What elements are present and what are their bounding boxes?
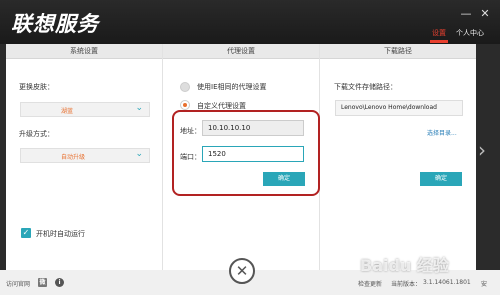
chevron-down-icon: ⌄ bbox=[135, 103, 143, 113]
download-path-input[interactable]: Lenovo\Lenovo Home\download bbox=[335, 100, 463, 116]
chevron-down-icon: ⌄ bbox=[135, 149, 143, 159]
download-path-value: Lenovo\Lenovo Home\download bbox=[341, 104, 437, 111]
skin-value: 湖蓝 bbox=[61, 108, 74, 115]
app-title: 联想服务 bbox=[11, 12, 99, 36]
skin-label: 更换皮肤： bbox=[19, 83, 54, 91]
close-panel-icon[interactable]: ✕ bbox=[229, 258, 255, 284]
weibo-icon[interactable]: 微 bbox=[38, 278, 47, 287]
active-tab-indicator bbox=[430, 40, 448, 43]
version-label: 当前版本： bbox=[391, 281, 422, 288]
radio-ie-proxy[interactable] bbox=[180, 82, 190, 92]
download-confirm-button[interactable]: 确定 bbox=[420, 172, 462, 186]
watermark: Baidu 经验 bbox=[360, 256, 449, 275]
autostart-checkbox[interactable]: ✓ bbox=[21, 228, 31, 238]
proxy-settings-header: 代理设置 bbox=[163, 44, 319, 59]
choose-directory-link[interactable]: 选择目录... bbox=[427, 128, 457, 137]
upgrade-select[interactable]: 自动升级 ⌄ bbox=[20, 148, 150, 163]
official-site-link[interactable]: 访问官网 bbox=[6, 279, 30, 288]
upgrade-label: 升级方式： bbox=[19, 130, 54, 138]
tab-settings[interactable]: 设置 bbox=[432, 28, 446, 38]
footer-tail-text: 安 bbox=[481, 281, 488, 288]
chevron-right-icon[interactable]: › bbox=[478, 138, 486, 162]
ie-proxy-label: 使用IE相同的代理设置 bbox=[197, 83, 267, 91]
upgrade-value: 自动升级 bbox=[61, 154, 86, 161]
title-bar: 联想服务 — ✕ 设置 个人中心 bbox=[0, 0, 500, 44]
column-divider bbox=[162, 44, 163, 270]
download-path-label: 下载文件存储路径： bbox=[334, 83, 397, 91]
minimize-icon[interactable]: — bbox=[459, 8, 473, 20]
version-value: 3.1.14061.1801 bbox=[423, 279, 471, 286]
radio-custom-proxy[interactable] bbox=[180, 100, 190, 110]
autostart-label: 开机时自动运行 bbox=[36, 230, 85, 238]
annotation-highlight-box bbox=[172, 110, 320, 196]
check-update-link[interactable]: 检查更新 bbox=[358, 279, 382, 288]
tab-personal-center[interactable]: 个人中心 bbox=[456, 28, 484, 38]
info-icon[interactable]: i bbox=[55, 278, 64, 287]
close-icon[interactable]: ✕ bbox=[478, 8, 492, 20]
download-path-header: 下载路径 bbox=[320, 44, 476, 59]
skin-select[interactable]: 湖蓝 ⌄ bbox=[20, 102, 150, 117]
system-settings-header: 系统设置 bbox=[6, 44, 162, 59]
